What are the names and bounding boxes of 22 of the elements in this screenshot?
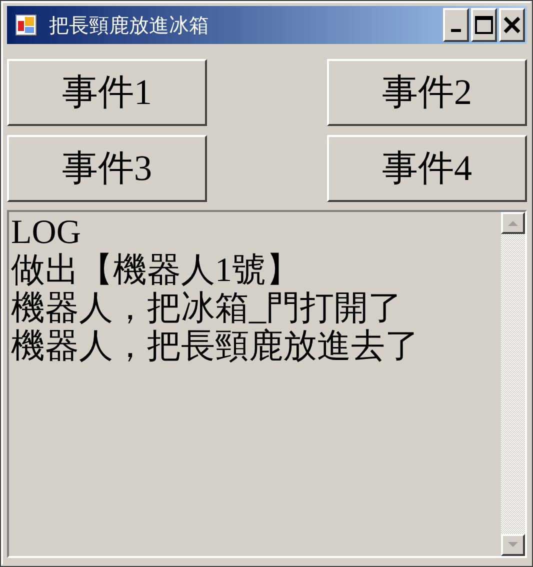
close-button[interactable] — [499, 8, 525, 42]
maximize-button[interactable] — [471, 8, 497, 42]
minimize-button[interactable] — [443, 8, 469, 42]
log-textbox[interactable]: LOG 做出【機器人1號】 機器人，把冰箱_門打開了 機器人，把長頸鹿放進去了 — [7, 210, 527, 558]
event-button[interactable]: 事件2 — [327, 59, 527, 126]
down-arrow-icon — [507, 541, 519, 549]
log-line: 做出【機器人1號】 — [11, 252, 301, 290]
close-icon — [502, 15, 522, 35]
maximize-icon — [474, 15, 494, 35]
event-button[interactable]: 事件1 — [7, 59, 207, 126]
scroll-up-button[interactable] — [501, 212, 525, 234]
up-arrow-icon — [507, 219, 519, 227]
event-button[interactable]: 事件4 — [327, 135, 527, 202]
window-title: 把長頸鹿放進冰箱 — [49, 12, 210, 38]
event-button[interactable]: 事件3 — [7, 135, 207, 202]
log-line: 機器人，把長頸鹿放進去了 — [11, 328, 420, 366]
minimize-icon — [451, 28, 461, 32]
log-line: 機器人，把冰箱_門打開了 — [11, 290, 403, 328]
app-icon — [15, 14, 37, 36]
log-line: LOG — [11, 214, 82, 252]
scrollbar[interactable] — [501, 212, 525, 556]
scroll-down-button[interactable] — [501, 534, 525, 556]
